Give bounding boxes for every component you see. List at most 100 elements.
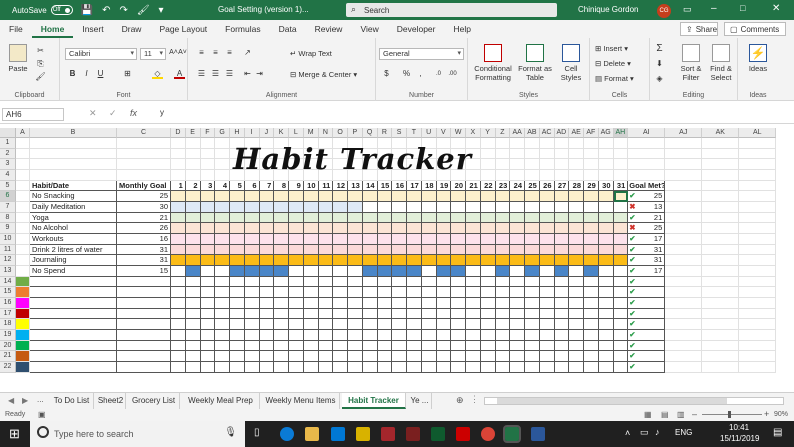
habit-day-cell[interactable] [215, 212, 230, 224]
cell[interactable] [436, 340, 452, 352]
fill-icon[interactable]: ⬇ [654, 59, 665, 69]
cell[interactable] [525, 330, 540, 341]
habit-day-cell[interactable] [171, 244, 186, 256]
habit-day-cell[interactable] [613, 202, 629, 213]
header-day-26[interactable]: 26 [539, 180, 555, 192]
cell[interactable] [584, 276, 599, 288]
habit-day-cell[interactable] [303, 255, 319, 267]
cell[interactable] [215, 276, 230, 288]
cell[interactable] [16, 255, 30, 267]
cell[interactable] [495, 287, 511, 299]
habit-day-cell[interactable] [539, 212, 555, 224]
cell[interactable] [30, 308, 117, 320]
habit-day-cell[interactable] [451, 191, 466, 202]
autosum-icon[interactable]: Σ [654, 44, 665, 54]
habit-day-cell[interactable] [554, 191, 570, 202]
habit-name[interactable]: Workouts [30, 234, 117, 245]
cell[interactable] [215, 330, 230, 341]
cell[interactable] [230, 308, 245, 320]
cell[interactable] [185, 287, 201, 299]
cell[interactable] [289, 362, 304, 373]
cell[interactable] [244, 330, 260, 341]
ideas-button[interactable]: ⚡ Ideas [744, 44, 772, 73]
cell[interactable] [407, 330, 422, 341]
habit-day-cell[interactable] [244, 212, 260, 224]
file-explorer-icon[interactable] [305, 427, 319, 441]
cell[interactable] [303, 319, 319, 331]
habit-day-cell[interactable] [259, 244, 275, 256]
habit-day-cell[interactable] [185, 244, 201, 256]
cell[interactable] [739, 308, 777, 320]
cell[interactable] [407, 340, 422, 352]
column-header-AE[interactable]: AE [569, 128, 584, 138]
cell[interactable] [613, 276, 629, 288]
header-day-28[interactable]: 28 [569, 180, 584, 192]
habit-name[interactable]: Yoga [30, 212, 117, 224]
copy-icon[interactable]: ⎘ [35, 59, 46, 69]
column-header-B[interactable]: B [30, 128, 117, 138]
habit-day-cell[interactable] [584, 212, 599, 224]
cell[interactable]: ✔ [628, 340, 666, 352]
habit-day-cell[interactable] [274, 266, 289, 277]
cell[interactable] [495, 298, 511, 309]
show-hidden-icons-icon[interactable]: ˄ [625, 428, 630, 438]
habit-day-cell[interactable] [584, 244, 599, 256]
habit-day-cell[interactable] [333, 212, 348, 224]
habit-day-cell[interactable] [421, 266, 437, 277]
cell[interactable] [665, 223, 703, 235]
cell[interactable] [665, 212, 703, 224]
clock-time[interactable]: 10:41 [729, 423, 749, 432]
habit-day-cell[interactable] [525, 255, 540, 267]
habit-day-cell[interactable] [613, 223, 629, 235]
cell[interactable] [569, 308, 584, 320]
habit-day-cell[interactable] [303, 191, 319, 202]
cell[interactable] [421, 276, 437, 288]
cell[interactable] [230, 330, 245, 341]
cell[interactable] [421, 362, 437, 373]
cell[interactable] [613, 159, 629, 170]
cell[interactable] [117, 170, 171, 181]
cell[interactable] [407, 362, 422, 373]
habit-day-cell[interactable] [362, 266, 378, 277]
cell[interactable] [451, 276, 466, 288]
cell[interactable] [480, 308, 496, 320]
habit-day-cell[interactable] [510, 266, 525, 277]
habit-day-cell[interactable] [480, 202, 496, 213]
habit-day-cell[interactable] [171, 234, 186, 245]
increase-decimal-icon[interactable]: .0 [433, 69, 444, 79]
cell[interactable] [215, 319, 230, 331]
habit-day-cell[interactable] [407, 212, 422, 224]
cell[interactable] [665, 159, 703, 170]
header-day-5[interactable]: 5 [230, 180, 245, 192]
habit-day-cell[interactable] [230, 223, 245, 235]
cell[interactable] [185, 351, 201, 363]
cell[interactable] [303, 362, 319, 373]
cell[interactable] [584, 170, 599, 181]
habit-day-cell[interactable] [377, 191, 393, 202]
habit-day-cell[interactable] [171, 191, 186, 202]
volume-icon[interactable]: ♪ [655, 427, 660, 437]
habit-day-cell[interactable] [569, 202, 584, 213]
cell[interactable] [117, 287, 171, 299]
cell[interactable] [525, 319, 540, 331]
cell[interactable] [274, 319, 289, 331]
cell[interactable] [539, 308, 555, 320]
cell[interactable] [702, 255, 740, 267]
habit-day-cell[interactable] [200, 234, 216, 245]
cell[interactable] [16, 202, 30, 213]
cell[interactable] [739, 244, 777, 256]
cell[interactable] [702, 191, 740, 202]
formula-input[interactable]: y [160, 108, 164, 117]
cell[interactable] [466, 308, 481, 320]
habit-day-cell[interactable] [466, 255, 481, 267]
habit-day-cell[interactable] [392, 202, 407, 213]
cell[interactable] [554, 287, 570, 299]
habit-day-cell[interactable] [185, 255, 201, 267]
habit-day-cell[interactable] [525, 202, 540, 213]
cell[interactable] [525, 351, 540, 363]
cell[interactable] [16, 138, 30, 149]
cancel-icon[interactable]: ✕ [89, 108, 97, 119]
cell[interactable] [628, 138, 666, 149]
cell[interactable] [569, 298, 584, 309]
select-all-corner[interactable] [0, 128, 16, 138]
